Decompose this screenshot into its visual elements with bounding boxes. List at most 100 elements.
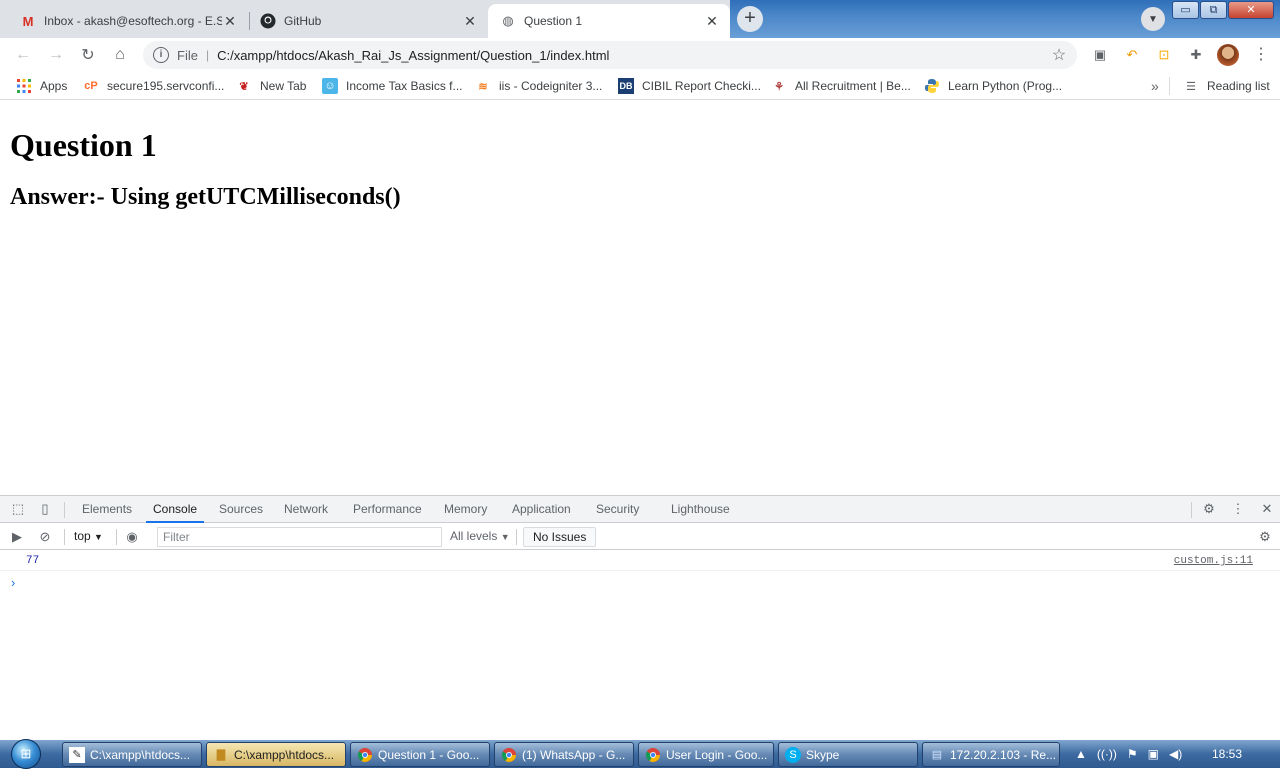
profile-avatar[interactable]: [1217, 44, 1239, 66]
address-bar[interactable]: i File | C:/xampp/htdocs/Akash_Rai_Js_As…: [143, 41, 1077, 69]
reading-list-icon: ☰: [1186, 80, 1196, 93]
devtools-tab-performance[interactable]: Performance: [353, 496, 422, 523]
safely-remove-hardware-icon[interactable]: ▣: [1148, 747, 1159, 761]
log-levels-dropdown[interactable]: All levels ▼: [450, 529, 510, 543]
windows-taskbar: ⊞ ✎ C:\xampp\htdocs... ▇ C:\xampp\htdocs…: [0, 739, 1280, 769]
tab-gmail[interactable]: M Inbox - akash@esoftech.org - E.S ✕: [0, 4, 248, 38]
bookmark-cibil[interactable]: DB CIBIL Report Checki...: [618, 77, 761, 95]
log-source-link[interactable]: custom.js:11: [1174, 555, 1253, 567]
devtools-tab-elements[interactable]: Elements: [82, 496, 132, 523]
bookmark-learn-python[interactable]: Learn Python (Prog...: [924, 77, 1062, 95]
clear-console-icon[interactable]: ⊘: [37, 529, 53, 545]
browser-toolbar: ← → ↻ ⌂ i File | C:/xampp/htdocs/Akash_R…: [0, 38, 1280, 72]
url-text[interactable]: C:/xampp/htdocs/Akash_Rai_Js_Assignment/…: [217, 48, 1049, 63]
bookmark-secure195[interactable]: cP secure195.servconfi...: [83, 77, 224, 95]
undo-extension-icon[interactable]: ↶: [1123, 46, 1141, 64]
bookmark-label: CIBIL Report Checki...: [642, 79, 761, 93]
close-tab-icon[interactable]: ✕: [222, 13, 238, 30]
python-icon: [924, 78, 940, 94]
bookmark-codeigniter[interactable]: ≋ iis - Codeigniter 3...: [475, 77, 602, 95]
bookmark-label: Learn Python (Prog...: [948, 79, 1063, 93]
restore-button[interactable]: ⧉: [1200, 1, 1227, 19]
taskbar-item-question-1[interactable]: Question 1 - Goo...: [350, 742, 490, 767]
taskbar-item-whatsapp[interactable]: (1) WhatsApp - G...: [494, 742, 634, 767]
minimize-button[interactable]: ▭: [1172, 1, 1199, 19]
console-divider: [116, 529, 117, 545]
notepad-icon: ✎: [69, 746, 85, 763]
bookmark-recruitment[interactable]: ⚘ All Recruitment | Be...: [771, 77, 911, 95]
taskbar-label: C:\xampp\htdocs...: [234, 747, 335, 762]
reading-list-button[interactable]: ☰ Reading list: [1183, 77, 1270, 95]
live-expression-eye-icon[interactable]: ◉: [124, 529, 140, 545]
folder-icon: ▇: [216, 749, 226, 761]
cpanel-icon: cP: [84, 80, 98, 92]
close-tab-icon[interactable]: ✕: [462, 13, 478, 30]
new-tab-button[interactable]: +: [737, 6, 763, 32]
forward-button[interactable]: →: [44, 43, 68, 67]
network-icon[interactable]: ((·)): [1097, 747, 1117, 761]
sidebar-toggle-icon[interactable]: ▶: [9, 529, 25, 545]
db-icon: DB: [618, 78, 634, 94]
bookmark-new-tab[interactable]: ❦ New Tab: [236, 77, 306, 95]
browser-menu-icon[interactable]: ⋮: [1253, 46, 1269, 64]
devtools-tab-sources[interactable]: Sources: [219, 496, 263, 523]
taskbar-item-user-login[interactable]: User Login - Goo...: [638, 742, 774, 767]
info-icon[interactable]: i: [153, 47, 169, 63]
gmail-icon: M: [22, 13, 34, 29]
console-divider: [64, 529, 65, 545]
taskbar-item-skype[interactable]: S Skype: [778, 742, 918, 767]
capture-extension-icon[interactable]: ⊡: [1155, 46, 1173, 64]
action-center-flag-icon[interactable]: ⚑: [1127, 747, 1138, 761]
tab-github[interactable]: GitHub ✕: [240, 4, 488, 38]
console-prompt-chevron-icon[interactable]: ›: [11, 575, 15, 590]
screenshot-extension-icon[interactable]: ▣: [1091, 46, 1109, 64]
taskbar-item-remote-desktop[interactable]: ▤ 172.20.2.103 - Re...: [922, 742, 1060, 767]
context-selector[interactable]: top ▼: [74, 529, 103, 543]
settings-gear-icon[interactable]: ⚙: [1201, 501, 1217, 517]
back-button[interactable]: ←: [11, 43, 35, 67]
close-tab-icon[interactable]: ✕: [704, 13, 720, 30]
close-devtools-icon[interactable]: ✕: [1259, 501, 1275, 517]
console-filter-input[interactable]: Filter: [157, 527, 442, 547]
console-toolbar: ▶ ⊘ top ▼ ◉ Filter All levels ▼ No Issue…: [0, 524, 1280, 550]
taskbar-label: C:\xampp\htdocs...: [90, 747, 191, 762]
apps-grid-icon: [16, 78, 32, 94]
tab-title: Question 1: [524, 14, 583, 28]
devtools-tab-network[interactable]: Network: [284, 496, 328, 523]
devtools-tab-application[interactable]: Application: [512, 496, 571, 523]
skype-icon: S: [785, 746, 801, 763]
tab-search-button[interactable]: ▼: [1141, 7, 1165, 31]
devtools-tab-memory[interactable]: Memory: [444, 496, 487, 523]
more-options-icon[interactable]: ⋮: [1230, 501, 1246, 517]
github-icon: [260, 13, 276, 29]
tab-question-1[interactable]: ◍ Question 1 ✕: [488, 4, 730, 38]
issues-button[interactable]: No Issues: [523, 527, 597, 547]
taskbar-clock[interactable]: 18:53: [1212, 747, 1242, 761]
devtools-tab-security[interactable]: Security: [596, 496, 639, 523]
device-toolbar-icon[interactable]: ▯: [37, 501, 53, 517]
devtools-tab-console[interactable]: Console: [146, 496, 205, 523]
dropdown-arrow-icon: ▼: [500, 532, 510, 542]
volume-speaker-icon[interactable]: ◀): [1169, 747, 1182, 761]
bookmark-apps[interactable]: Apps: [16, 77, 67, 95]
bookmark-star-icon[interactable]: ☆: [1049, 45, 1069, 65]
start-button[interactable]: ⊞: [4, 739, 48, 769]
address-separator: |: [205, 48, 210, 62]
taskbar-item-notepad[interactable]: ✎ C:\xampp\htdocs...: [62, 742, 202, 767]
console-settings-gear-icon[interactable]: ⚙: [1257, 529, 1273, 545]
taskbar-label: 172.20.2.103 - Re...: [950, 747, 1057, 762]
devtools-tab-lighthouse[interactable]: Lighthouse: [671, 496, 730, 523]
window-controls: ▭ ⧉ ✕: [1171, 1, 1274, 19]
newtab-icon: ❦: [239, 80, 249, 93]
close-window-button[interactable]: ✕: [1228, 1, 1274, 19]
home-button[interactable]: ⌂: [108, 43, 132, 67]
devtools-tabbar: ⬚ ▯ Elements Console Sources Network Per…: [0, 496, 1280, 523]
reload-button[interactable]: ↻: [76, 43, 100, 67]
bookmark-label: iis - Codeigniter 3...: [499, 79, 603, 93]
bookmark-income-tax[interactable]: ☺ Income Tax Basics f...: [322, 77, 463, 95]
extensions-puzzle-icon[interactable]: ✚: [1187, 46, 1205, 64]
show-hidden-icons-arrow-icon[interactable]: ▲: [1075, 747, 1087, 761]
more-bookmarks-chevron-icon[interactable]: »: [1151, 77, 1159, 95]
inspect-element-icon[interactable]: ⬚: [10, 501, 26, 517]
taskbar-item-folder[interactable]: ▇ C:\xampp\htdocs...: [206, 742, 346, 767]
